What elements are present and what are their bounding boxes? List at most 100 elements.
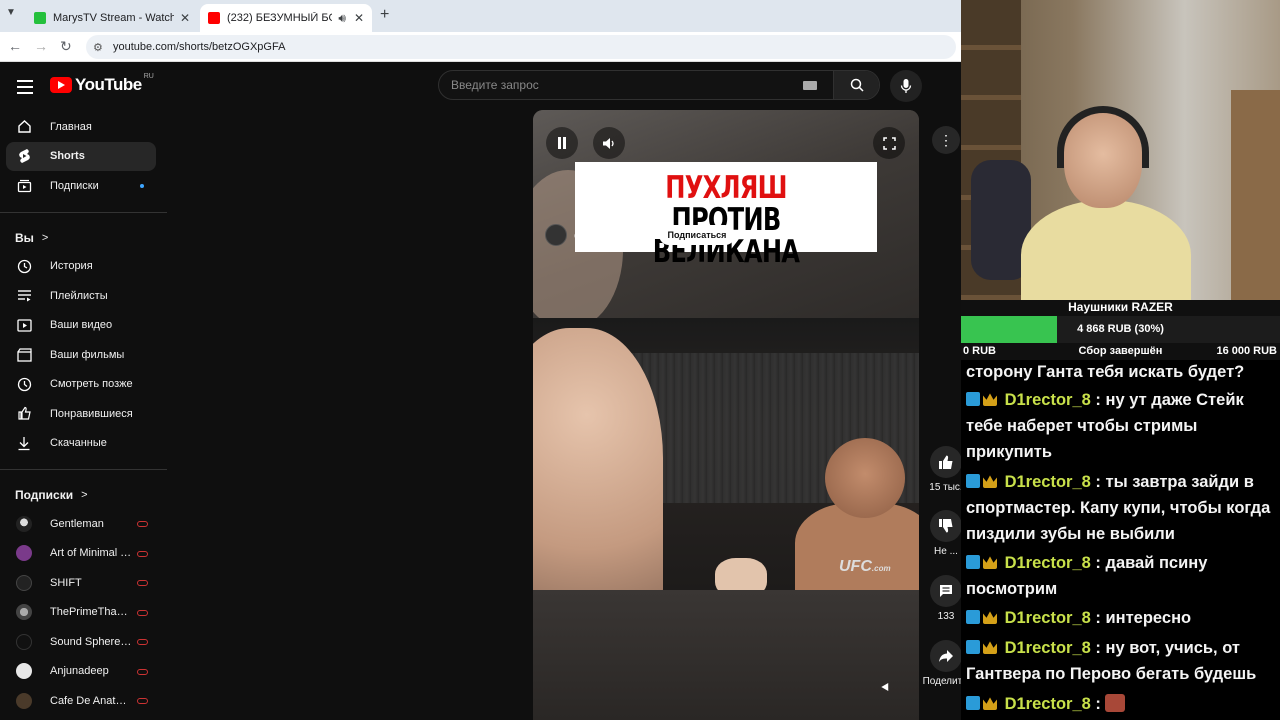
channel-avatar: [16, 515, 32, 532]
subscription-channel[interactable]: Sound Sphere - Electronic: [0, 627, 167, 657]
sidebar-item-label: Плейлисты: [50, 289, 108, 302]
crown-badge-icon: [983, 611, 997, 624]
fullscreen-button[interactable]: [873, 127, 905, 159]
volume-button[interactable]: [593, 127, 625, 159]
channel-avatar: [16, 574, 32, 591]
dislike-button[interactable]: [930, 510, 961, 542]
sidebar-item-label: Смотреть позже: [50, 378, 133, 391]
chat-message: D1rector_8 : ну ут даже Стейк тебе набер…: [966, 391, 1244, 461]
dislike-action[interactable]: Не ...: [922, 510, 961, 557]
crown-badge-icon: [983, 393, 997, 406]
reload-icon[interactable]: ↻: [60, 38, 72, 55]
search-icon: [850, 78, 864, 92]
channel-avatar[interactable]: [545, 224, 567, 246]
more-options-icon[interactable]: ⋮: [932, 126, 960, 154]
goal-title: Наушники RAZER: [1068, 300, 1173, 314]
live-icon: [137, 639, 148, 645]
site-info-icon[interactable]: ⚙: [93, 41, 103, 54]
you-section-header[interactable]: Вы >: [0, 224, 167, 252]
comments-action[interactable]: 133: [922, 575, 961, 622]
tab-youtube[interactable]: (232) БЕЗУМНЫЙ БОЙ! ПУ 🔊︎ ✕: [200, 4, 372, 32]
live-icon: [137, 668, 148, 675]
new-content-dot: [140, 184, 144, 188]
tab-search-chevron-icon[interactable]: ▼: [6, 7, 16, 18]
comments-button[interactable]: [930, 575, 961, 607]
pause-button[interactable]: [546, 127, 578, 159]
like-button[interactable]: [930, 446, 961, 478]
subscription-channel[interactable]: Anjunadeep: [0, 657, 167, 687]
new-tab-plus-icon[interactable]: +: [380, 6, 389, 24]
forward-arrow-icon[interactable]: →: [34, 38, 48, 54]
chat-message: D1rector_8 : интересно: [966, 605, 1276, 631]
voice-search-button[interactable]: [890, 70, 922, 102]
channel-avatar: [16, 663, 32, 680]
close-tab-icon[interactable]: ✕: [180, 11, 190, 25]
home-icon: [16, 119, 32, 135]
search-input[interactable]: Введите запрос: [439, 78, 803, 92]
sidebar-item-history[interactable]: История: [0, 252, 167, 282]
chat-username: D1rector_8: [1004, 554, 1091, 572]
menu-icon[interactable]: [17, 80, 33, 98]
share-button[interactable]: [930, 640, 961, 672]
channel-name: SHIFT: [50, 576, 82, 589]
shorts-icon: [16, 148, 32, 164]
channel-handle[interactable]: @Knockdown95: [574, 230, 652, 241]
back-arrow-icon[interactable]: ←: [8, 38, 22, 54]
chevron-right-icon: >: [81, 489, 88, 501]
chat-username: D1rector_8: [1004, 695, 1091, 713]
crown-badge-icon: [983, 641, 997, 654]
sidebar-item-label: Ваши фильмы: [50, 348, 125, 361]
search-button[interactable]: [833, 71, 879, 99]
sidebar-item-downloads[interactable]: Скачанные: [0, 429, 167, 459]
fighter-right-head: [825, 438, 905, 518]
shorts-player[interactable]: ПУХЛЯШ ПРОТИВ ВЕЛИКАНА UFC.com @Knockdow…: [533, 110, 919, 720]
goal-progress-bar: 4 868 RUB (30%): [961, 316, 1280, 343]
chat-message: D1rector_8 : ты завтра зайди в спортмаст…: [966, 473, 1271, 543]
channel-name: Art of Minimal Techno: [50, 547, 132, 560]
sidebar-item-playlists[interactable]: Плейлисты: [0, 281, 167, 311]
youtube-logo[interactable]: YouTube RU: [50, 73, 154, 95]
sidebar-item-watch-later[interactable]: Смотреть позже: [0, 370, 167, 400]
sidebar-item-home[interactable]: Главная: [0, 112, 167, 142]
video-frame-bottom: [533, 590, 919, 720]
fighter-left: [533, 328, 663, 618]
prime-badge-icon: [966, 610, 980, 624]
keyboard-icon[interactable]: [803, 80, 817, 90]
channel-avatar: [16, 633, 32, 650]
share-action[interactable]: Поделит...: [922, 640, 961, 687]
chat-emote-icon: [1105, 694, 1126, 712]
close-tab-icon[interactable]: ✕: [354, 11, 364, 25]
comment-icon: [940, 585, 952, 597]
sidebar-item-liked[interactable]: Понравившиеся: [0, 399, 167, 429]
live-icon: [137, 698, 148, 704]
url-text: youtube.com/shorts/betzOGXpGFA: [113, 41, 286, 53]
live-icon: [137, 521, 148, 527]
sidebar-item-your-movies[interactable]: Ваши фильмы: [0, 340, 167, 370]
speaker-icon[interactable]: 🔊︎: [338, 11, 346, 26]
subscriptions-section-header[interactable]: Подписки >: [0, 481, 167, 509]
subscription-channel[interactable]: Cafe De Anatolia: [0, 686, 167, 716]
url-field[interactable]: youtube.com/shorts/betzOGXpGFA: [86, 35, 956, 59]
sidebar-item-your-videos[interactable]: Ваши видео: [0, 311, 167, 341]
subscription-channel[interactable]: Art of Minimal Techno: [0, 539, 167, 569]
tab-marystv[interactable]: MarysTV Stream - Watch Live on ✕: [26, 4, 198, 32]
streamer-body: [1021, 200, 1191, 300]
search-box: Введите запрос: [438, 70, 880, 100]
prime-badge-icon: [966, 392, 980, 406]
youtube-favicon-icon: [208, 12, 220, 24]
prime-badge-icon: [966, 474, 980, 488]
chat-username: D1rector_8: [1004, 473, 1091, 491]
you-header-label: Вы: [15, 230, 34, 245]
sidebar-item-subscriptions[interactable]: Подписки: [0, 171, 167, 201]
channel-avatar: [16, 545, 32, 562]
subscribe-button[interactable]: Подписаться: [658, 225, 736, 245]
subscription-channel[interactable]: ThePrimeThanatos: [0, 598, 167, 628]
youtube-play-icon: [50, 77, 72, 93]
sidebar-item-shorts[interactable]: Shorts: [6, 141, 156, 171]
subscription-channel[interactable]: Gentleman: [0, 509, 167, 539]
chat-username: D1rector_8: [1004, 391, 1091, 409]
ufc-watermark: UFC.com: [839, 558, 891, 576]
channel-name: ThePrimeThanatos: [50, 606, 132, 619]
like-action[interactable]: 15 тыс.: [922, 446, 961, 493]
subscription-channel[interactable]: SHIFT: [0, 568, 167, 598]
